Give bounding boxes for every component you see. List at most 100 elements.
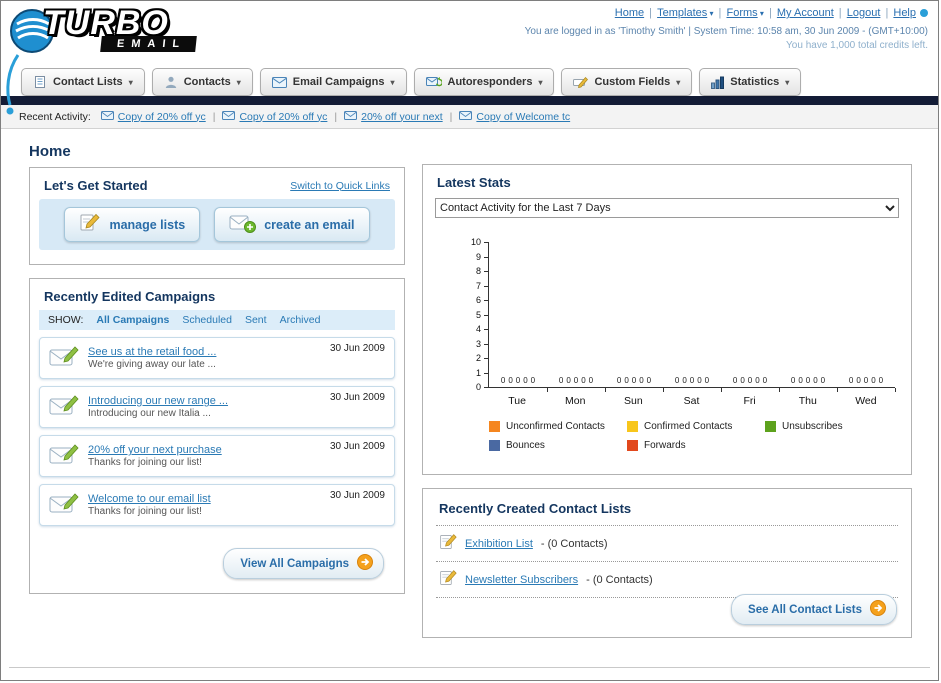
nav-tab-custom-fields[interactable]: Custom Fields ▾ bbox=[561, 68, 693, 96]
campaign-filter-all-campaigns[interactable]: All Campaigns bbox=[96, 314, 169, 326]
nav-tab-contacts[interactable]: Contacts ▾ bbox=[151, 68, 253, 96]
campaign-title-link[interactable]: 20% off your next purchase bbox=[88, 444, 222, 456]
campaign-subtitle: We're giving away our late ... bbox=[88, 359, 216, 370]
arrow-circle-icon bbox=[870, 600, 886, 619]
campaign-filter-scheduled[interactable]: Scheduled bbox=[182, 314, 232, 326]
campaign-list-item[interactable]: See us at the retail food ... We're givin… bbox=[39, 337, 395, 379]
nav-tab-email-campaigns[interactable]: Email Campaigns ▾ bbox=[259, 68, 407, 96]
chart-group-sun: 00000 bbox=[605, 242, 664, 392]
view-all-campaigns-button[interactable]: View All Campaigns bbox=[223, 548, 384, 579]
custom-fields-icon bbox=[573, 76, 589, 89]
chevron-down-icon: ▾ bbox=[785, 77, 790, 87]
recent-activity-label: Recent Activity: bbox=[19, 110, 91, 123]
nav-tab-statistics[interactable]: Statistics ▾ bbox=[699, 68, 802, 96]
top-link-logout[interactable]: Logout bbox=[847, 7, 881, 19]
stats-title: Latest Stats bbox=[437, 175, 511, 190]
nav-tab-label: Custom Fields bbox=[594, 76, 671, 88]
campaign-subtitle: Introducing our new Italia ... bbox=[88, 408, 211, 419]
y-tick: 10 bbox=[461, 238, 488, 247]
y-tick: 5 bbox=[461, 310, 488, 320]
chevron-down-icon: ▾ bbox=[128, 77, 133, 87]
x-axis-label: Mon bbox=[564, 395, 586, 407]
recent-activity-item: Copy of Welcome tc bbox=[459, 110, 570, 123]
campaign-filter-archived[interactable]: Archived bbox=[280, 314, 321, 326]
contact-list-link[interactable]: Newsletter Subscribers bbox=[465, 574, 578, 586]
separator: | bbox=[835, 7, 845, 19]
turbo-email-logo: TURBO EMAIL bbox=[9, 4, 198, 59]
nav-tab-contact-lists[interactable]: Contact Lists ▾ bbox=[21, 68, 145, 96]
campaign-envelope-pencil-icon bbox=[49, 393, 79, 422]
chart-group-thu: 00000 bbox=[779, 242, 838, 392]
envelope-icon bbox=[344, 110, 358, 123]
top-link-help[interactable]: Help bbox=[893, 7, 916, 19]
campaign-list-item[interactable]: Introducing our new range ... Introducing… bbox=[39, 386, 395, 428]
chart-group-wed: 00000 bbox=[837, 242, 896, 392]
contact-list-link[interactable]: Exhibition List bbox=[465, 538, 533, 550]
see-all-contact-lists-button[interactable]: See All Contact Lists bbox=[731, 594, 897, 625]
top-link-home[interactable]: Home bbox=[615, 7, 644, 19]
recent-activity-link[interactable]: Copy of 20% off yc bbox=[118, 111, 206, 123]
recent-activity-link[interactable]: Copy of 20% off yc bbox=[239, 111, 327, 123]
campaign-filter-sent[interactable]: Sent bbox=[245, 314, 267, 326]
contacts-icon bbox=[164, 75, 178, 89]
nav-tab-autoresponders[interactable]: Autoresponders ▾ bbox=[413, 68, 555, 96]
separator: | bbox=[882, 7, 892, 19]
campaign-title-link[interactable]: See us at the retail food ... bbox=[88, 346, 216, 358]
recent-activity-link[interactable]: Copy of Welcome tc bbox=[476, 111, 570, 123]
y-tick: 1 bbox=[461, 368, 488, 378]
header-right: Home | Templates ▾ | Forms ▾ | My Accoun… bbox=[525, 7, 928, 51]
autoresponders-icon bbox=[425, 76, 442, 88]
stats-period-select[interactable]: Contact Activity for the Last 7 Days bbox=[435, 198, 899, 218]
email-campaigns-icon bbox=[271, 76, 287, 88]
manage-lists-button[interactable]: manage lists bbox=[64, 207, 201, 242]
legend-label: Forwards bbox=[644, 440, 686, 451]
campaign-subtitle: Thanks for joining our list! bbox=[88, 506, 202, 517]
contact-list-item: Exhibition List - (0 Contacts) bbox=[436, 526, 898, 562]
y-tick: 0 bbox=[461, 383, 488, 392]
y-tick: 9 bbox=[461, 252, 488, 262]
campaign-date: 30 Jun 2009 bbox=[329, 392, 385, 403]
x-axis-label: Tue bbox=[508, 395, 526, 407]
campaign-list-item[interactable]: Welcome to our email list Thanks for join… bbox=[39, 484, 395, 526]
campaigns-title: Recently Edited Campaigns bbox=[44, 289, 216, 304]
campaign-list-item[interactable]: 20% off your next purchase Thanks for joi… bbox=[39, 435, 395, 477]
recent-activity-link[interactable]: 20% off your next bbox=[361, 111, 443, 123]
top-link-templates[interactable]: Templates bbox=[657, 7, 707, 19]
y-tick: 3 bbox=[461, 339, 488, 349]
top-link-forms[interactable]: Forms bbox=[726, 7, 757, 19]
legend-label: Bounces bbox=[506, 440, 545, 451]
switch-quick-links[interactable]: Switch to Quick Links bbox=[290, 180, 390, 192]
arrow-circle-icon bbox=[357, 554, 373, 573]
view-all-campaigns-label: View All Campaigns bbox=[240, 557, 349, 570]
recent-activity-item: Copy of 20% off yc bbox=[222, 110, 327, 123]
legend-item-forwards: Forwards bbox=[627, 440, 765, 451]
top-link-my-account[interactable]: My Account bbox=[777, 7, 834, 19]
legend-item-unconfirmed-contacts: Unconfirmed Contacts bbox=[489, 421, 627, 432]
divider-bar bbox=[1, 96, 938, 105]
manage-lists-label: manage lists bbox=[109, 217, 186, 232]
see-all-contact-lists-label: See All Contact Lists bbox=[748, 603, 862, 616]
campaign-title-link[interactable]: Introducing our new range ... bbox=[88, 395, 228, 407]
nav-tab-label: Contact Lists bbox=[53, 76, 123, 88]
campaign-title-link[interactable]: Welcome to our email list bbox=[88, 493, 211, 505]
envelope-icon bbox=[459, 110, 473, 123]
chevron-down-icon: ▾ bbox=[538, 77, 543, 87]
x-axis-label: Wed bbox=[855, 395, 877, 407]
legend-item-bounces: Bounces bbox=[489, 440, 627, 451]
get-started-panel: Let's Get Started Switch to Quick Links … bbox=[29, 167, 405, 265]
contact-lists-icon bbox=[33, 75, 47, 89]
create-email-button[interactable]: create an email bbox=[214, 207, 370, 242]
nav-tab-label: Contacts bbox=[183, 76, 231, 88]
legend-swatch bbox=[627, 421, 638, 432]
contact-lists-title: Recently Created Contact Lists bbox=[439, 501, 632, 516]
x-axis-label: Sun bbox=[624, 395, 643, 407]
create-email-label: create an email bbox=[264, 217, 355, 232]
campaign-subtitle: Thanks for joining our list! bbox=[88, 457, 202, 468]
chevron-down-icon: ▾ bbox=[676, 77, 681, 87]
get-started-title: Let's Get Started bbox=[44, 178, 148, 193]
campaign-date: 30 Jun 2009 bbox=[329, 490, 385, 501]
x-axis-label: Fri bbox=[743, 395, 756, 407]
campaign-envelope-pencil-icon bbox=[49, 491, 79, 520]
separator: | bbox=[449, 110, 453, 123]
statistics-icon bbox=[711, 76, 725, 89]
